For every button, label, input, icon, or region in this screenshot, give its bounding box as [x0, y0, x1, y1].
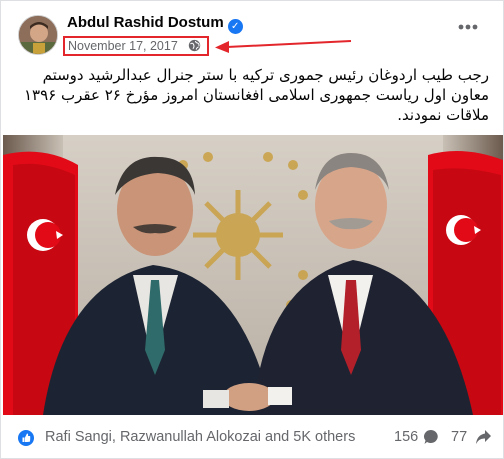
- comment-icon[interactable]: [423, 429, 439, 445]
- author-avatar[interactable]: [18, 15, 58, 55]
- post-footer: Rafi Sangi, Razwanullah Alokozai and 5K …: [1, 417, 504, 457]
- reactions-summary[interactable]: Rafi Sangi, Razwanullah Alokozai and 5K …: [45, 429, 355, 445]
- share-icon[interactable]: [475, 429, 492, 445]
- verified-badge-icon: ✓: [227, 19, 243, 34]
- facebook-post-card: Abdul Rashid Dostum ✓ November 17, 2017 ر…: [0, 0, 504, 459]
- globe-icon: [188, 39, 201, 52]
- author-name[interactable]: Abdul Rashid Dostum ✓: [67, 14, 243, 34]
- post-photo[interactable]: [3, 135, 503, 415]
- comments-count[interactable]: 156: [394, 429, 418, 445]
- author-name-text[interactable]: Abdul Rashid Dostum: [67, 14, 224, 31]
- annotation-arrow: [215, 40, 352, 53]
- more-options-icon[interactable]: [457, 23, 479, 31]
- reactions-icon[interactable]: [18, 429, 40, 447]
- post-date[interactable]: November 17, 2017: [68, 39, 178, 53]
- post-text: رجب طیب اردوغان رئیس جموری ترکیه با ستر …: [24, 66, 489, 124]
- shares-count[interactable]: 77: [451, 429, 467, 445]
